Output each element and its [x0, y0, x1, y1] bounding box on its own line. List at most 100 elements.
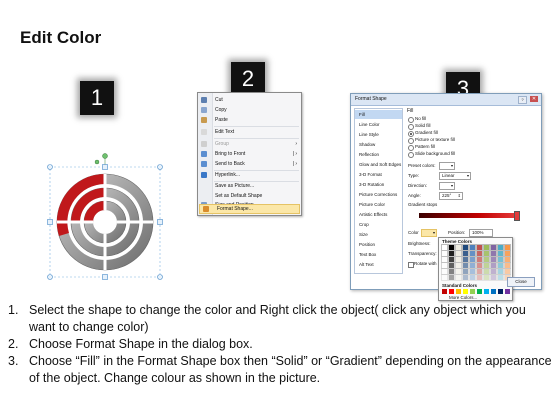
color-swatch[interactable] [448, 274, 455, 281]
color-swatch[interactable] [448, 256, 455, 263]
color-swatch[interactable] [455, 250, 462, 257]
nav-item-fill[interactable]: Fill [355, 110, 402, 119]
color-swatch[interactable] [504, 250, 511, 257]
color-swatch[interactable] [490, 268, 497, 275]
menu-item-save-as-picture[interactable]: Save as Picture... [198, 181, 301, 191]
nav-item-picture-color[interactable]: Picture Color [355, 200, 402, 209]
color-swatch[interactable] [469, 274, 476, 281]
color-swatch[interactable] [476, 262, 483, 269]
color-swatch[interactable] [455, 274, 462, 281]
ring-diagram[interactable] [45, 150, 165, 280]
nav-item-3d-rotation[interactable]: 3-D Rotation [355, 180, 402, 189]
color-swatch[interactable] [490, 244, 497, 251]
color-swatch[interactable] [441, 268, 448, 275]
radio-pattern-fill[interactable] [408, 145, 414, 151]
color-swatch[interactable] [504, 244, 511, 251]
color-swatch[interactable] [497, 274, 504, 281]
color-swatch[interactable] [469, 262, 476, 269]
color-swatch[interactable] [456, 289, 461, 294]
color-swatch[interactable] [462, 244, 469, 251]
menu-item-paste[interactable]: Paste [198, 115, 301, 125]
color-swatch[interactable] [476, 268, 483, 275]
color-swatch[interactable] [490, 250, 497, 257]
nav-item-text-box[interactable]: Text Box [355, 250, 402, 259]
color-swatch[interactable] [476, 244, 483, 251]
nav-item-line-color[interactable]: Line Color [355, 120, 402, 129]
menu-item-send-to-back[interactable]: Send to Back | › [198, 159, 301, 169]
nav-item-line-style[interactable]: Line Style [355, 130, 402, 139]
color-swatch[interactable] [463, 289, 468, 294]
nav-item-glow[interactable]: Glow and Soft Edges [355, 160, 402, 169]
radio-slide-background-fill[interactable] [408, 152, 414, 158]
nav-item-position[interactable]: Position [355, 240, 402, 249]
color-swatch[interactable] [455, 262, 462, 269]
color-swatch[interactable] [455, 268, 462, 275]
color-swatch[interactable] [483, 268, 490, 275]
color-swatch[interactable] [483, 244, 490, 251]
menu-item-bring-to-front[interactable]: Bring to Front | › [198, 149, 301, 159]
color-swatch[interactable] [448, 262, 455, 269]
nav-item-shadow[interactable]: Shadow [355, 140, 402, 149]
radio-no-fill[interactable] [408, 117, 414, 123]
color-swatch[interactable] [497, 268, 504, 275]
menu-item-hyperlink[interactable]: Hyperlink... [198, 170, 301, 180]
color-swatch[interactable] [448, 250, 455, 257]
color-swatch[interactable] [504, 268, 511, 275]
color-swatch[interactable] [441, 274, 448, 281]
radio-picture-fill[interactable] [408, 138, 414, 144]
type-dropdown[interactable]: Linear ▾ [439, 172, 471, 180]
color-swatch[interactable] [490, 274, 497, 281]
color-swatch[interactable] [462, 274, 469, 281]
close-icon[interactable]: ✕ [530, 96, 538, 102]
radio-gradient-fill[interactable] [408, 131, 414, 137]
color-swatch[interactable] [448, 244, 455, 251]
color-swatch[interactable] [448, 268, 455, 275]
color-swatch[interactable] [497, 244, 504, 251]
angle-input[interactable]: 225° ⇕ [439, 192, 463, 200]
color-swatch[interactable] [497, 256, 504, 263]
close-button[interactable]: Close [507, 277, 535, 287]
color-swatch[interactable] [442, 289, 447, 294]
nav-item-alt-text[interactable]: Alt Text [355, 260, 402, 269]
color-swatch[interactable] [470, 289, 475, 294]
color-swatch[interactable] [490, 256, 497, 263]
color-swatch[interactable] [455, 244, 462, 251]
color-swatch[interactable] [505, 289, 510, 294]
nav-item-crop[interactable]: Crop [355, 220, 402, 229]
menu-item-format-shape[interactable]: Format Shape... [199, 204, 300, 214]
color-swatch[interactable] [462, 262, 469, 269]
color-swatch[interactable] [441, 262, 448, 269]
color-swatch[interactable] [441, 244, 448, 251]
color-picker-button[interactable]: ▾ [421, 229, 437, 237]
color-swatch[interactable] [469, 244, 476, 251]
color-swatch[interactable] [498, 289, 503, 294]
color-swatch[interactable] [455, 256, 462, 263]
color-swatch[interactable] [490, 262, 497, 269]
color-swatch[interactable] [483, 256, 490, 263]
color-swatch[interactable] [497, 262, 504, 269]
direction-dropdown[interactable]: ▾ [439, 182, 455, 190]
color-swatch[interactable] [483, 274, 490, 281]
color-swatch[interactable] [469, 256, 476, 263]
radio-solid-fill[interactable] [408, 124, 414, 130]
color-swatch[interactable] [491, 289, 496, 294]
more-colors-link[interactable]: More Colors... [449, 295, 477, 300]
color-swatch[interactable] [476, 250, 483, 257]
position-input[interactable]: 100% [469, 229, 493, 237]
color-swatch[interactable] [476, 274, 483, 281]
menu-item-copy[interactable]: Copy [198, 105, 301, 115]
nav-item-picture-corrections[interactable]: Picture Corrections [355, 190, 402, 199]
color-swatch[interactable] [497, 250, 504, 257]
color-swatch[interactable] [469, 250, 476, 257]
nav-item-size[interactable]: Size [355, 230, 402, 239]
menu-item-edit-text[interactable]: Edit Text [198, 127, 301, 137]
color-swatch[interactable] [462, 268, 469, 275]
color-swatch[interactable] [504, 262, 511, 269]
menu-item-cut[interactable]: Cut [198, 95, 301, 105]
help-icon[interactable]: ? [518, 96, 527, 104]
nav-item-reflection[interactable]: Reflection [355, 150, 402, 159]
color-swatch[interactable] [483, 250, 490, 257]
color-swatch[interactable] [469, 268, 476, 275]
nav-item-artistic-effects[interactable]: Artistic Effects [355, 210, 402, 219]
color-swatch[interactable] [476, 256, 483, 263]
